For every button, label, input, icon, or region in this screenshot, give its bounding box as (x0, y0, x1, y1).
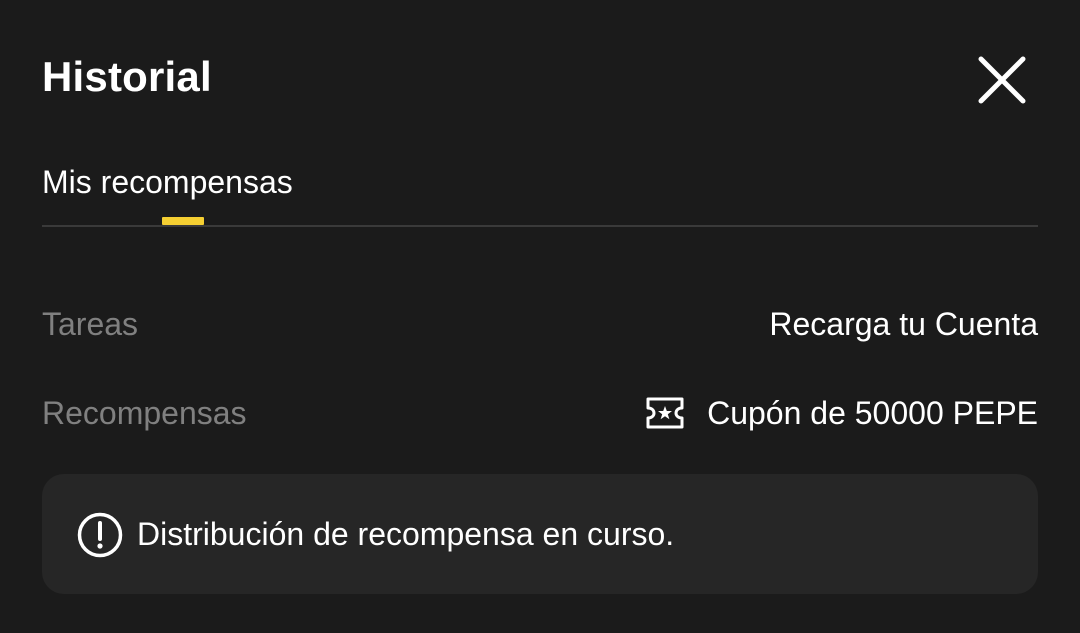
exclamation-circle-icon (77, 512, 123, 558)
tasks-label: Tareas (42, 306, 139, 342)
close-icon (978, 56, 1026, 104)
ticket-icon (646, 397, 684, 429)
close-button[interactable] (972, 50, 1032, 110)
tab-bar: Mis recompensas (42, 150, 1038, 227)
history-modal: Historial Mis recompensas Tareas Recarga… (0, 0, 1080, 633)
notice-text: Distribución de recompensa en curso. (137, 516, 675, 552)
rewards-value-container: Cupón de 50000 PEPE (645, 391, 1038, 435)
rewards-value: Cupón de 50000 PEPE (707, 395, 1038, 431)
active-tab-indicator (162, 217, 204, 225)
modal-title: Historial (42, 53, 212, 100)
tasks-row: Tareas Recarga tu Cuenta (42, 302, 1038, 346)
tasks-value: Recarga tu Cuenta (769, 306, 1038, 342)
status-notice: Distribución de recompensa en curso. (42, 474, 1038, 594)
rewards-label: Recompensas (42, 395, 247, 431)
rewards-row: Recompensas Cupón de 50000 PEPE (42, 391, 1038, 435)
tab-mis-recompensas[interactable]: Mis recompensas (42, 162, 293, 202)
